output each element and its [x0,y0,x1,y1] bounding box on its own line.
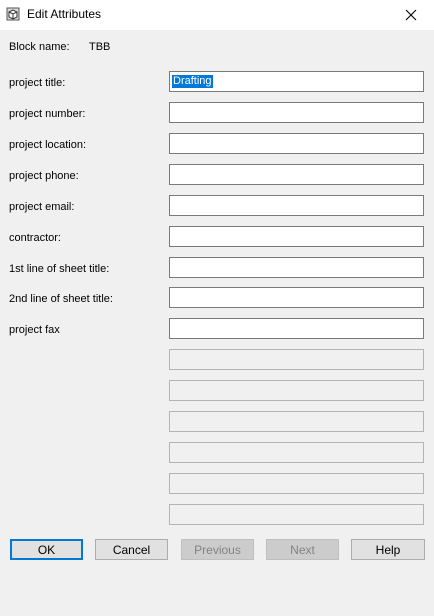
attr-input-project-number[interactable] [169,102,424,123]
next-button: Next [266,539,339,560]
ok-button[interactable]: OK [10,539,83,560]
attr-input-project-title[interactable]: Drafting [169,71,424,92]
attr-input-project-fax[interactable] [169,318,424,339]
attr-label-project-fax: project fax [9,324,60,336]
previous-button: Previous [181,539,254,560]
block-name-label: Block name: [9,41,70,53]
attr-input-empty-slot [169,349,424,370]
attribute-block-icon [6,7,20,21]
help-button[interactable]: Help [351,539,425,560]
close-icon [405,9,417,21]
attr-input-empty-slot [169,504,424,525]
attr-input-contractor[interactable] [169,226,424,247]
title-bar: Edit Attributes [0,0,434,30]
attr-input-empty-slot [169,380,424,401]
attr-label-project-location: project location: [9,139,87,151]
cancel-button[interactable]: Cancel [95,539,168,560]
block-name-value: TBB [89,41,111,53]
attr-label-project-email: project email: [9,201,75,213]
attr-input-sheet-title-line-2[interactable] [169,287,424,308]
attr-label-contractor: contractor: [9,232,61,244]
attr-input-project-email[interactable] [169,195,424,216]
attr-input-project-location[interactable] [169,133,424,154]
attr-input-sheet-title-line-1[interactable] [169,257,424,278]
attr-label-sheet-title-line-2: 2nd line of sheet title: [9,293,113,305]
attr-label-project-number: project number: [9,108,86,120]
window-title: Edit Attributes [27,7,102,21]
attr-label-project-phone: project phone: [9,170,79,182]
attr-input-empty-slot [169,473,424,494]
attr-input-empty-slot [169,411,424,432]
attr-input-empty-slot [169,442,424,463]
attr-label-sheet-title-line-1: 1st line of sheet title: [9,263,110,275]
attr-input-project-phone[interactable] [169,164,424,185]
attr-value-project-title: Drafting [172,75,213,88]
close-button[interactable] [388,0,434,30]
attr-label-project-title: project title: [9,77,66,89]
